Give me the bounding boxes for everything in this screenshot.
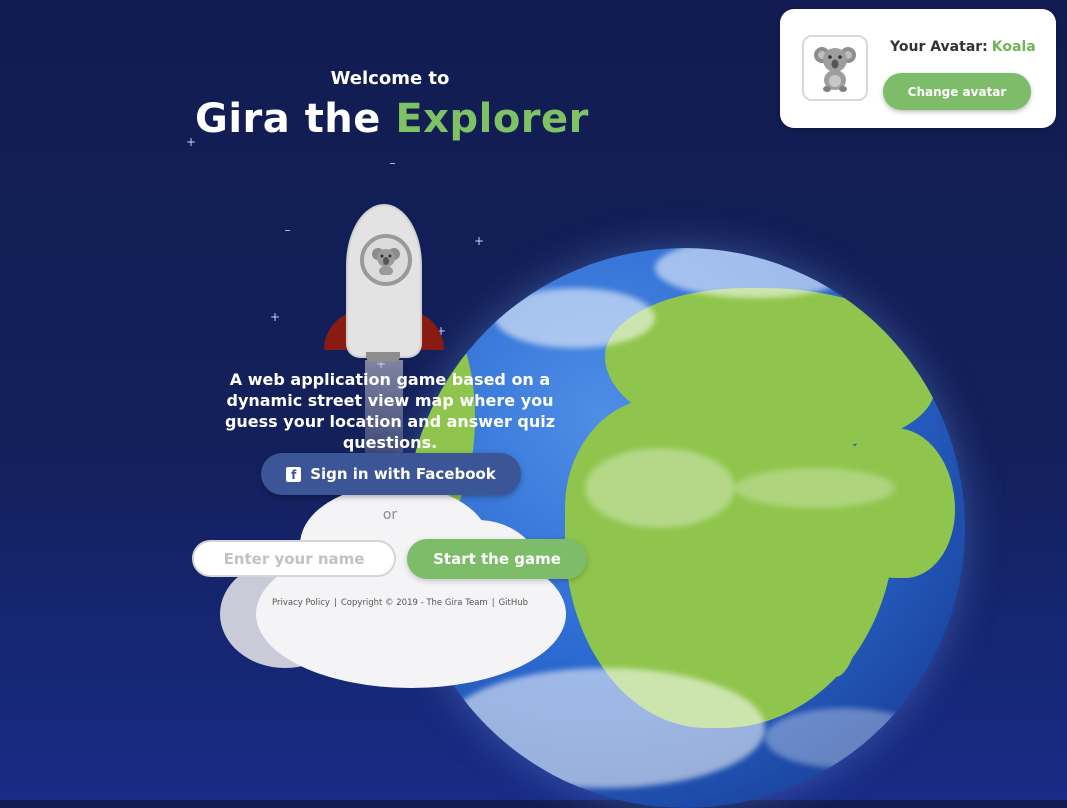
change-avatar-button[interactable]: Change avatar [883,73,1031,110]
start-game-button[interactable]: Start the game [407,539,587,579]
github-link[interactable]: GitHub [499,598,528,608]
title-accent: Explorer [395,96,589,142]
footer: Privacy Policy | Copyright © 2019 - The Gi… [272,598,532,608]
welcome-text: Welcome to [330,68,450,89]
footer-separator: | [333,598,337,608]
cloud-wisp [735,468,895,508]
page-title: Gira the Explorer [195,96,589,142]
cloud-wisp [495,288,655,348]
avatar-name: Koala [991,39,1036,55]
avatar [802,35,868,101]
app-description: A web application game based on a dynami… [224,370,556,452]
cloud-wisp [445,668,765,788]
rocket-window-koala-icon [360,234,412,286]
or-separator: or [382,507,398,523]
privacy-policy-link[interactable]: Privacy Policy [272,598,330,608]
footer-separator: | [491,598,495,608]
star-decoration [390,163,395,164]
avatar-label: Your Avatar: Koala [890,39,1036,55]
title-main: Gira the [195,96,396,142]
facebook-signin-label: Sign in with Facebook [310,465,496,483]
avatar-card: Your Avatar: Koala Change avatar [780,9,1056,128]
cloud-wisp [765,708,925,768]
cloud-wisp [585,448,735,528]
name-input[interactable] [192,540,396,577]
rocket-nozzle [366,352,400,362]
cloud-wisp [655,248,855,298]
star-decoration [285,230,290,231]
avatar-label-text: Your Avatar: [890,39,988,55]
koala-icon [814,47,856,92]
star-decoration: + [270,310,281,324]
facebook-icon: f [286,466,302,482]
rocket-illustration [320,200,450,370]
copyright-text: Copyright © 2019 - The Gira Team [340,598,488,608]
facebook-signin-button[interactable]: f Sign in with Facebook [261,453,521,495]
star-decoration: + [474,234,485,248]
